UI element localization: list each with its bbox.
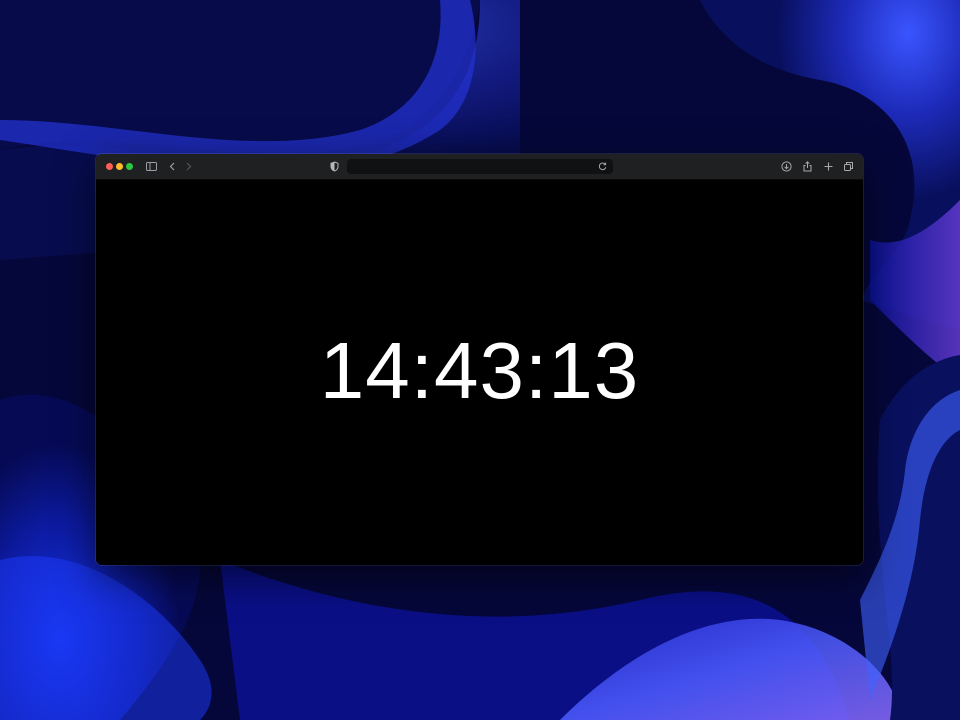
minimize-window-button[interactable] <box>116 163 123 170</box>
share-icon[interactable] <box>801 160 814 173</box>
sidebar-icon[interactable] <box>145 160 158 173</box>
browser-window: 14:43:13 <box>96 154 863 565</box>
download-icon[interactable] <box>780 160 793 173</box>
address-bar[interactable] <box>347 159 613 174</box>
tabs-icon[interactable] <box>842 160 855 173</box>
shield-icon[interactable] <box>328 160 341 173</box>
page-content: 14:43:13 <box>96 180 863 565</box>
chevron-left-icon[interactable] <box>166 160 179 173</box>
close-window-button[interactable] <box>106 163 113 170</box>
reload-icon[interactable] <box>597 161 608 172</box>
chevron-right-icon[interactable] <box>182 160 195 173</box>
plus-icon[interactable] <box>822 160 835 173</box>
clock-display: 14:43:13 <box>319 326 640 415</box>
browser-toolbar <box>96 154 863 180</box>
zoom-window-button[interactable] <box>126 163 133 170</box>
